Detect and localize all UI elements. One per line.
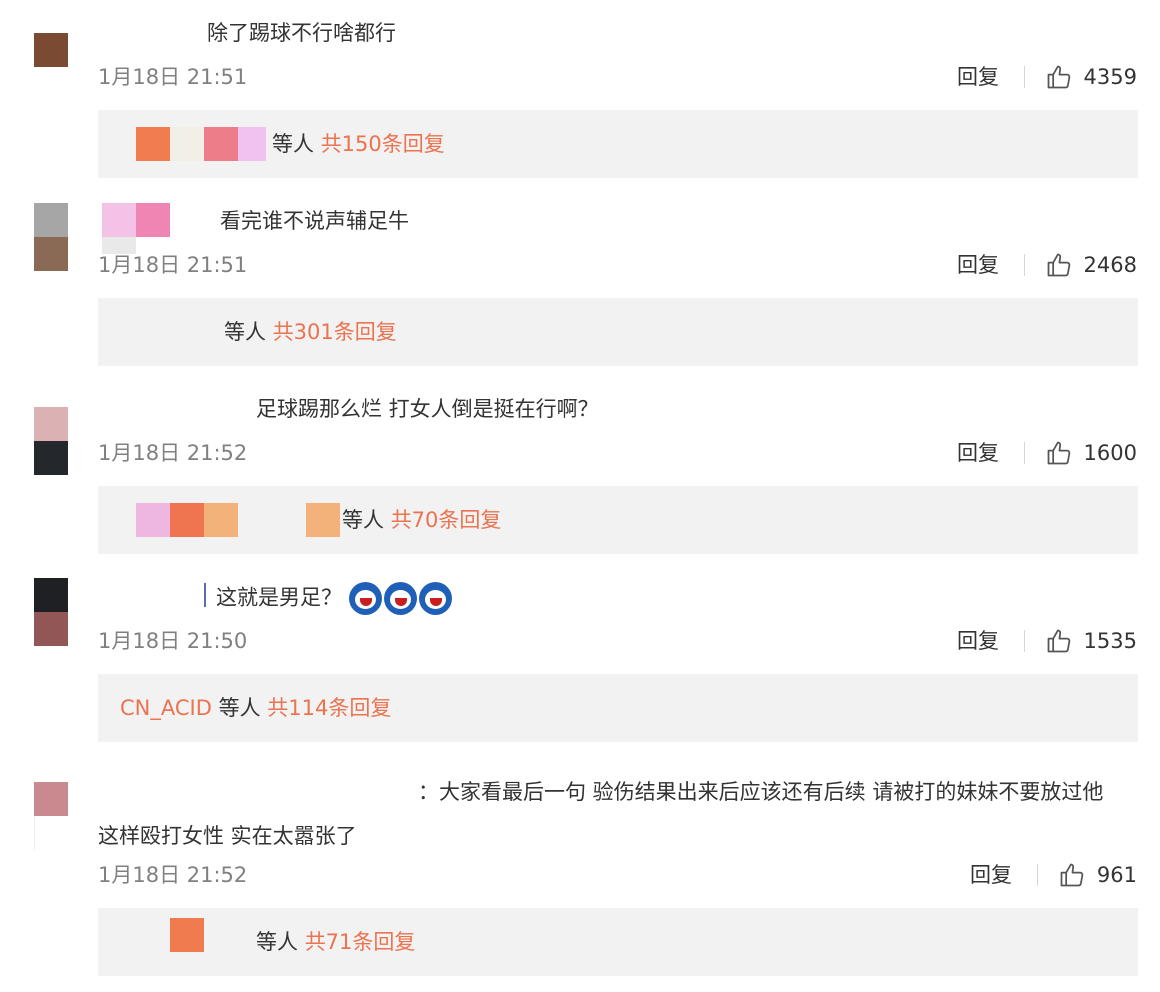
reply-summary[interactable]: 等人 共150条回复 <box>98 110 1138 178</box>
reply-suffix: 等人 <box>342 508 384 532</box>
crying-face-emoji-icon <box>383 582 417 615</box>
reply-suffix: 等人 <box>218 696 261 720</box>
comment-text: 除了踢球不行啥都行 <box>207 21 396 45</box>
reply-summary-text: 等人 共301条回复 <box>224 317 397 347</box>
reply-button[interactable]: 回复 <box>957 626 999 656</box>
replier-avatar[interactable] <box>136 127 170 161</box>
replier-avatar[interactable] <box>170 127 204 161</box>
reply-count-link[interactable]: 共150条回复 <box>321 132 445 156</box>
divider <box>1037 864 1038 886</box>
reply-suffix: 等人 <box>256 930 298 954</box>
replier-avatar[interactable] <box>170 503 204 537</box>
replier-avatar[interactable] <box>204 503 238 537</box>
reply-suffix: 等人 <box>272 132 314 156</box>
avatar[interactable] <box>34 203 68 271</box>
replier-avatar[interactable] <box>204 127 238 161</box>
comment-timestamp: 1月18日 21:52 <box>98 863 248 887</box>
reply-button[interactable]: 回复 <box>957 438 999 468</box>
comment-timestamp: 1月18日 21:51 <box>98 65 248 89</box>
reply-summary-text: 等人 共70条回复 <box>342 505 501 535</box>
reply-summary[interactable]: 等人 共71条回复 <box>98 908 1138 976</box>
comment-text: 足球踢那么烂 打女人倒是挺在行啊？ <box>256 397 599 421</box>
username-mask <box>204 583 206 607</box>
reply-button[interactable]: 回复 <box>970 860 1012 890</box>
username-mask <box>102 203 136 237</box>
comment-text: 这就是男足？ <box>216 582 454 615</box>
crying-face-emoji-icon <box>418 582 452 615</box>
reply-summary-text: CN_ACID 等人 共114条回复 <box>120 693 391 723</box>
comment-text: ：大家看最后一句 验伤结果出来后应该还有后续 请被打的妹妹不要放过他 这样殴打女… <box>98 780 1104 848</box>
comment-timestamp: 1月18日 21:51 <box>98 253 248 277</box>
like-count: 4359 <box>1083 65 1137 89</box>
replier-avatar[interactable] <box>170 918 204 952</box>
avatar[interactable] <box>34 407 68 475</box>
comment-text-body: 这就是男足？ <box>216 585 342 610</box>
replier-avatar[interactable] <box>306 503 340 537</box>
reply-summary[interactable]: 等人 共301条回复 <box>98 298 1138 366</box>
reply-count-link[interactable]: 共301条回复 <box>273 320 397 344</box>
avatar[interactable] <box>34 782 68 850</box>
reply-count-link[interactable]: 共71条回复 <box>305 930 416 954</box>
reply-summary[interactable]: 等人 共70条回复 <box>98 486 1138 554</box>
replier-avatar[interactable] <box>238 127 266 161</box>
like-count: 961 <box>1096 863 1137 887</box>
reply-summary-text: 等人 共71条回复 <box>256 927 415 957</box>
username-mask <box>136 203 170 237</box>
reply-summary-text: 等人 共150条回复 <box>272 129 445 159</box>
reply-count-link[interactable]: 共70条回复 <box>391 508 502 532</box>
replier-avatar[interactable] <box>136 503 170 537</box>
reply-count-link[interactable]: 共114条回复 <box>267 696 391 720</box>
avatar[interactable] <box>34 33 68 101</box>
divider <box>1024 442 1025 464</box>
divider <box>1024 66 1025 88</box>
divider <box>1024 254 1025 276</box>
divider <box>1024 630 1025 652</box>
like-count: 2468 <box>1083 253 1137 277</box>
comment-timestamp: 1月18日 21:52 <box>98 441 248 465</box>
reply-summary[interactable]: CN_ACID 等人 共114条回复 <box>98 674 1138 742</box>
comment-timestamp: 1月18日 21:50 <box>98 629 248 653</box>
reply-suffix: 等人 <box>224 320 266 344</box>
like-count: 1600 <box>1083 441 1137 465</box>
reply-button[interactable]: 回复 <box>957 62 999 92</box>
avatar[interactable] <box>34 578 68 646</box>
like-count: 1535 <box>1083 629 1137 653</box>
replier-name-link[interactable]: CN_ACID <box>120 696 212 720</box>
crying-face-emoji-icon <box>348 582 382 615</box>
reply-button[interactable]: 回复 <box>957 250 999 280</box>
comment-text: 看完谁不说声辅足牛 <box>220 209 409 233</box>
